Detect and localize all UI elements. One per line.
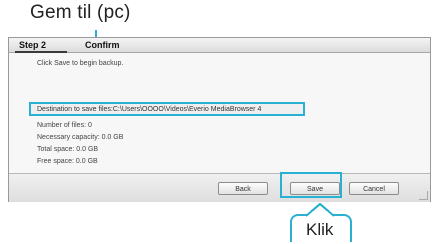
instruction-text: Click Save to begin backup. bbox=[37, 60, 124, 67]
destination-highlight: Destination to save files:C:\Users\OOOO\… bbox=[29, 102, 305, 116]
callout-save-to-pc-label: Gem til (pc) bbox=[30, 2, 131, 23]
back-button[interactable]: Back bbox=[218, 182, 268, 195]
callout-click-label: Klik bbox=[306, 220, 334, 239]
resize-grip-icon[interactable] bbox=[419, 191, 428, 200]
callout-pointer-outline bbox=[305, 203, 335, 217]
backup-wizard-window: Step 2 Confirm Click Save to begin backu… bbox=[8, 37, 431, 202]
wizard-footer: Back Save Cancel bbox=[9, 173, 430, 202]
total-space-text: Total space: 0.0 GB bbox=[37, 146, 99, 153]
free-space-text: Free space: 0.0 GB bbox=[37, 158, 98, 165]
save-button-highlight bbox=[280, 172, 342, 198]
file-count-text: Number of files: 0 bbox=[37, 122, 92, 129]
tab-confirm: Confirm bbox=[85, 40, 120, 50]
required-capacity-text: Necessary capacity: 0.0 GB bbox=[37, 134, 124, 141]
cancel-button[interactable]: Cancel bbox=[349, 182, 399, 195]
wizard-step-bar: Step 2 Confirm bbox=[9, 38, 430, 53]
tab-step-2: Step 2 bbox=[19, 40, 47, 50]
destination-path-text: Destination to save files:C:\Users\OOOO\… bbox=[37, 106, 262, 113]
wizard-content: Click Save to begin backup. Destination … bbox=[9, 53, 430, 173]
